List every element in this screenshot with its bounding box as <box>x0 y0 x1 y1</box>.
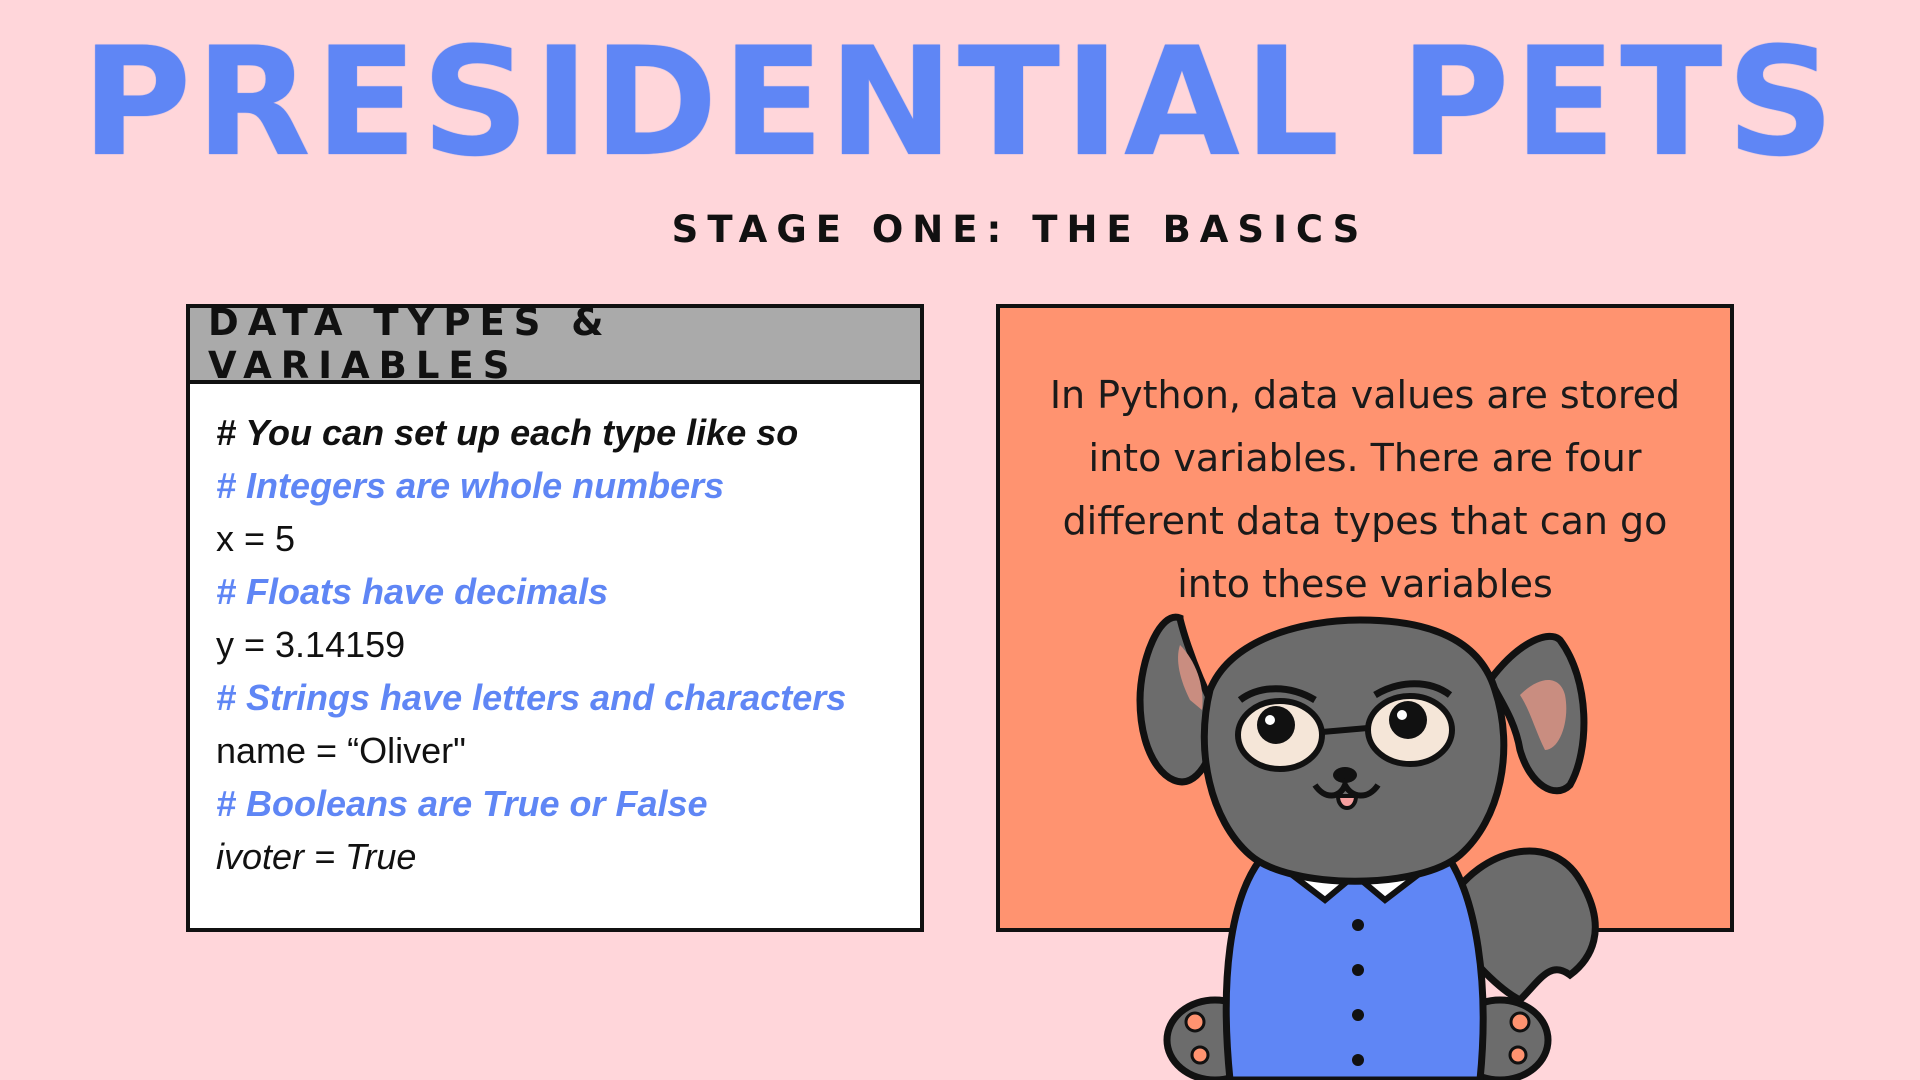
code-statement-line: y = 3.14159 <box>216 624 406 665</box>
page-title: PRESIDENTIAL PETS <box>81 16 1839 190</box>
code-panel-header: DATA TYPES & VARIABLES <box>190 301 920 387</box>
code-statement-line: x = 5 <box>216 518 296 559</box>
code-lines: # You can set up each type like so # Int… <box>190 384 920 883</box>
page-subtitle: STAGE ONE: THE BASICS <box>671 208 1369 251</box>
shirt-button <box>1352 919 1364 931</box>
shirt-button <box>1352 1054 1364 1066</box>
code-panel: DATA TYPES & VARIABLES # You can set up … <box>186 301 924 932</box>
code-statement-line: ivoter = True <box>216 836 417 877</box>
shirt-button <box>1352 1009 1364 1021</box>
code-comment-line: # You can set up each type like so <box>216 412 799 453</box>
info-text: In Python, data values are stored into v… <box>1049 373 1681 606</box>
code-comment-line: # Integers are whole numbers <box>216 465 725 506</box>
code-statement-line: name = “Oliver" <box>216 730 466 771</box>
dog-icon <box>1136 613 1599 1080</box>
code-comment-line: # Strings have letters and characters <box>216 677 847 718</box>
shirt-button <box>1352 964 1364 976</box>
code-comment-line: # Booleans are True or False <box>216 783 708 824</box>
dog-tongue <box>1335 794 1359 810</box>
code-comment-line: # Floats have decimals <box>216 571 609 612</box>
